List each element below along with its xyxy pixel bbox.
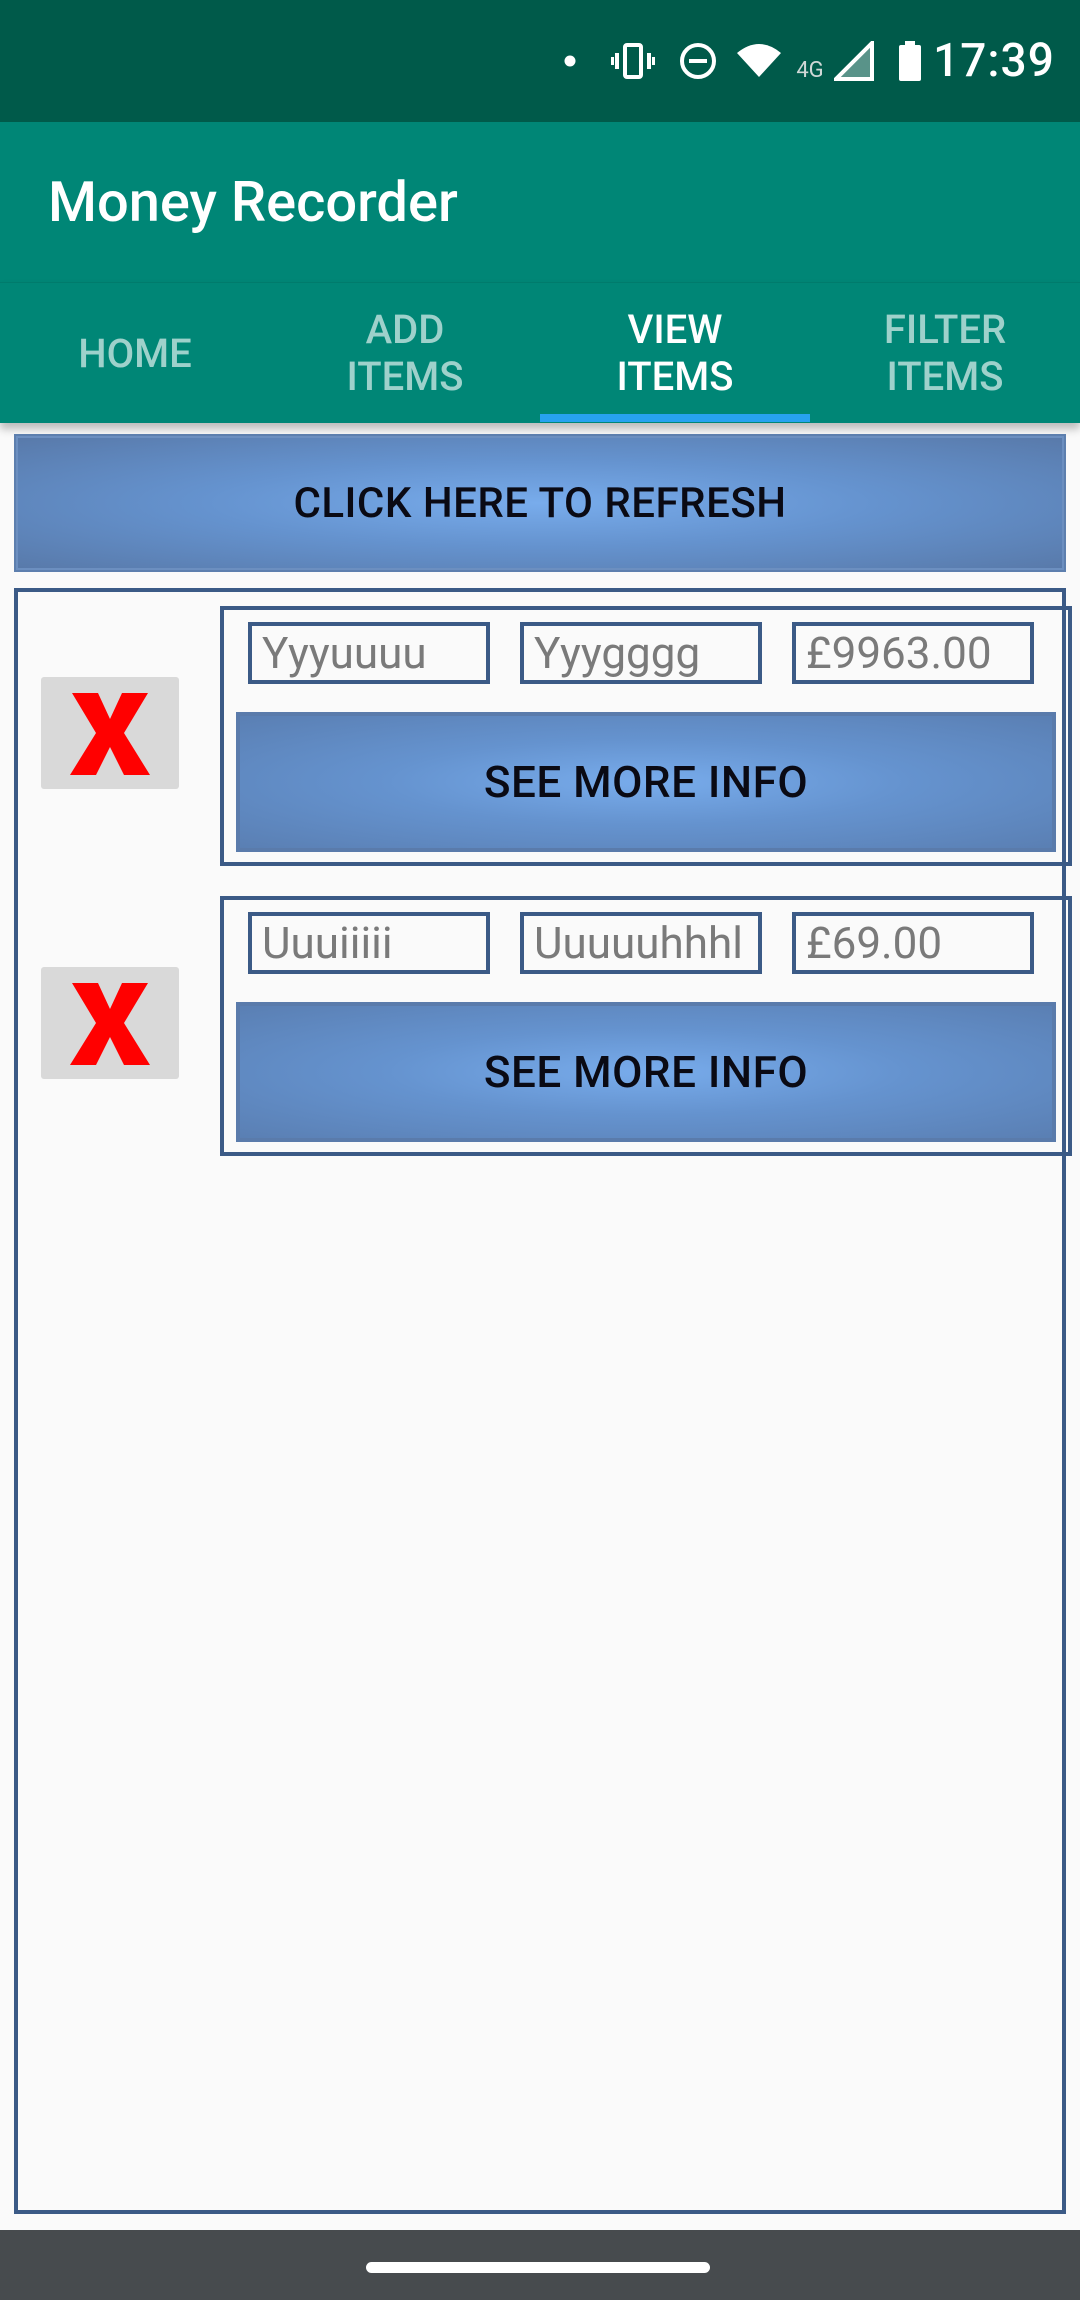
list-item: Uuuiiiii Uuuuuhhhl £69.00 SEE MORE INFO <box>220 896 1072 1156</box>
tab-home[interactable]: HOME <box>0 283 270 423</box>
battery-icon <box>896 0 924 122</box>
see-more-info-button[interactable]: SEE MORE INFO <box>236 1002 1056 1142</box>
list-item: Yyyuuuu Yyygggg £9963.00 SEE MORE INFO <box>220 606 1072 866</box>
status-bar: 4G 17:39 <box>0 0 1080 122</box>
red-x-icon <box>70 983 150 1065</box>
wifi-icon <box>734 0 784 122</box>
notification-dot-icon <box>556 0 584 122</box>
app-title: Money Recorder <box>48 169 458 235</box>
tab-filter-items[interactable]: FILTER ITEMS <box>810 283 1080 423</box>
item-category-field[interactable]: Uuuuuhhhl <box>520 912 762 974</box>
tab-bar: HOME ADD ITEMS VIEW ITEMS FILTER ITEMS <box>0 282 1080 423</box>
item-amount-field[interactable]: £9963.00 <box>792 622 1034 684</box>
signal-icon <box>832 0 876 122</box>
do-not-disturb-icon <box>676 0 720 122</box>
see-more-info-button[interactable]: SEE MORE INFO <box>236 712 1056 852</box>
network-type-label: 4G <box>796 58 824 83</box>
refresh-button[interactable]: CLICK HERE TO REFRESH <box>14 434 1066 572</box>
item-category-field[interactable]: Yyygggg <box>520 622 762 684</box>
item-name-field[interactable]: Yyyuuuu <box>248 622 490 684</box>
vibrate-icon <box>608 0 658 122</box>
delete-item-button[interactable] <box>41 967 179 1079</box>
app-bar: Money Recorder <box>0 122 1080 282</box>
tab-active-indicator <box>540 414 810 422</box>
delete-item-button[interactable] <box>41 677 179 789</box>
items-list: Yyyuuuu Yyygggg £9963.00 SEE MORE INFO U… <box>14 588 1072 2214</box>
status-time: 17:39 <box>933 34 1055 88</box>
item-amount-field[interactable]: £69.00 <box>792 912 1034 974</box>
tab-add-items[interactable]: ADD ITEMS <box>270 283 540 423</box>
home-gesture-handle[interactable] <box>366 2262 710 2273</box>
item-name-field[interactable]: Uuuiiiii <box>248 912 490 974</box>
tab-view-items[interactable]: VIEW ITEMS <box>540 283 810 423</box>
red-x-icon <box>70 693 150 775</box>
